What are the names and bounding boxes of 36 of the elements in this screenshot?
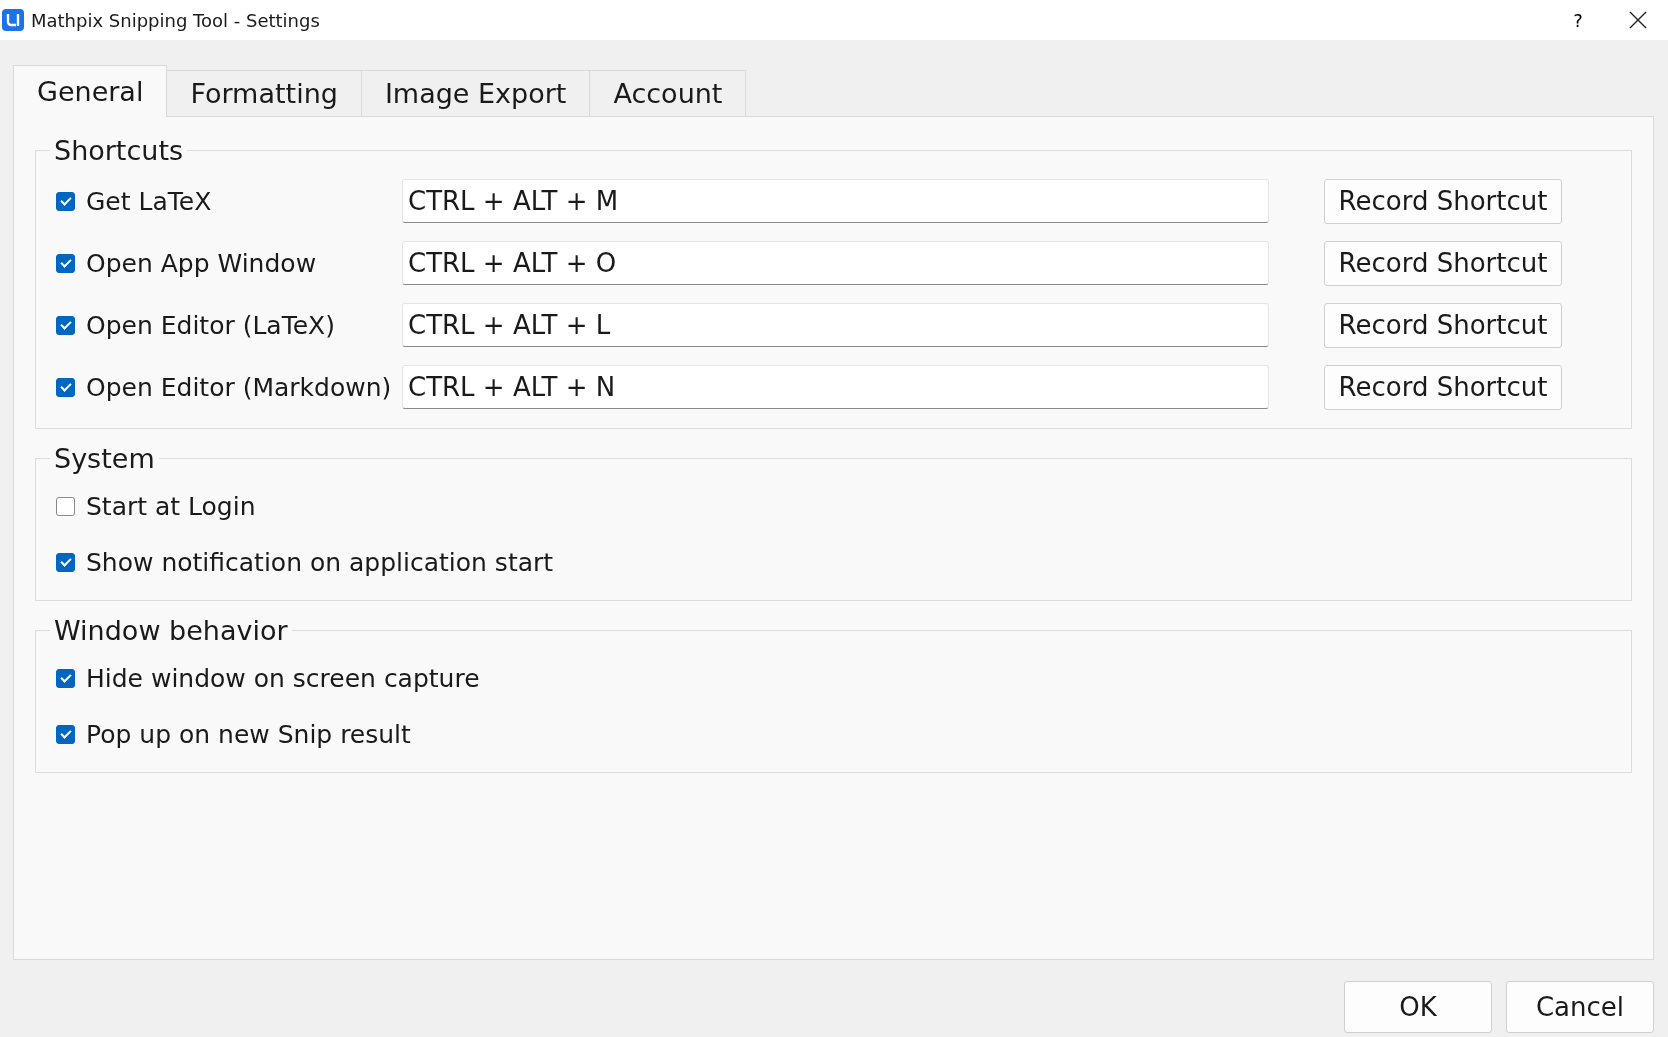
shortcut-field[interactable]: CTRL + ALT + N: [402, 365, 1269, 409]
tab[interactable]: Account: [590, 70, 747, 116]
option-label: Show notification on application start: [86, 547, 554, 577]
option-label: Open App Window: [86, 248, 317, 278]
option-label: Open Editor (Markdown): [86, 372, 392, 402]
help-button[interactable]: ?: [1548, 0, 1608, 40]
option-label: Get LaTeX: [86, 186, 212, 216]
option-label: Pop up on new Snip result: [86, 719, 411, 749]
group-title: Shortcuts: [53, 135, 185, 166]
checkbox[interactable]: [56, 724, 75, 744]
checkbox[interactable]: [56, 496, 75, 516]
ok-button[interactable]: OK: [1344, 981, 1492, 1033]
option-label: Hide window on screen capture: [86, 663, 480, 693]
cancel-button[interactable]: Cancel: [1506, 981, 1654, 1033]
tab[interactable]: Formatting: [167, 70, 362, 116]
record-shortcut-button[interactable]: Record Shortcut: [1324, 302, 1562, 348]
checkbox[interactable]: [56, 253, 75, 273]
tab[interactable]: Image Export: [361, 70, 591, 116]
checkbox[interactable]: [56, 668, 75, 688]
group-title: Window behavior: [53, 615, 289, 646]
shortcut-field[interactable]: CTRL + ALT + L: [402, 303, 1269, 347]
option-label: Start at Login: [86, 491, 256, 521]
group-title: System: [53, 443, 156, 474]
window-title: Mathpix Snipping Tool - Settings: [31, 9, 321, 31]
checkbox[interactable]: [56, 315, 75, 335]
record-shortcut-button[interactable]: Record Shortcut: [1324, 178, 1562, 224]
close-icon: [1629, 11, 1647, 29]
record-shortcut-button[interactable]: Record Shortcut: [1324, 240, 1562, 286]
checkbox[interactable]: [56, 552, 75, 572]
checkbox[interactable]: [56, 191, 75, 211]
option-label: Open Editor (LaTeX): [86, 310, 335, 340]
shortcut-field[interactable]: CTRL + ALT + O: [402, 241, 1269, 285]
record-shortcut-button[interactable]: Record Shortcut: [1324, 364, 1562, 410]
checkbox[interactable]: [56, 377, 75, 397]
shortcut-field[interactable]: CTRL + ALT + M: [402, 179, 1269, 223]
tab[interactable]: General: [13, 65, 168, 117]
